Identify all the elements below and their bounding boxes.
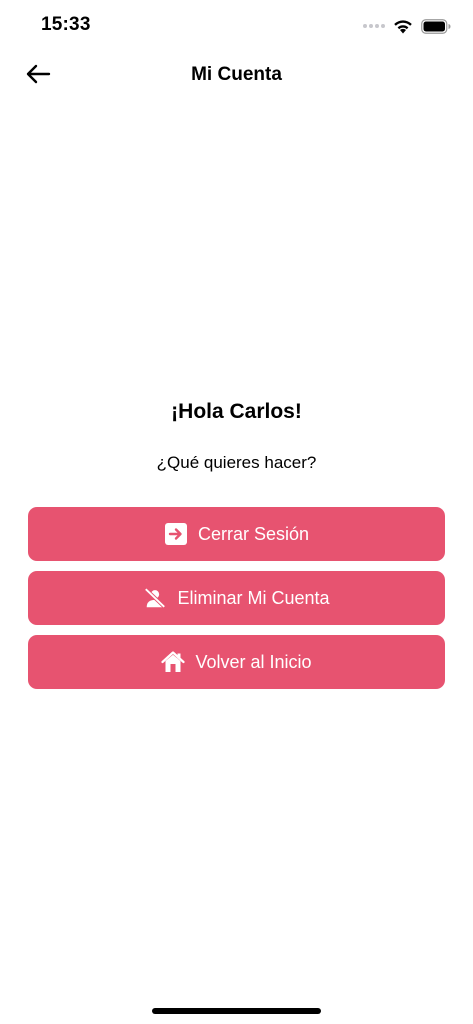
battery-icon [421,18,451,34]
status-time: 15:33 [41,14,91,35]
logout-button[interactable]: Cerrar Sesión [28,507,445,561]
status-icons [363,16,451,36]
delete-account-button[interactable]: Eliminar Mi Cuenta [28,571,445,625]
greeting-heading: ¡Hola Carlos! [171,400,302,423]
action-list: Cerrar Sesión Eliminar Mi Cuenta Volver … [28,507,445,699]
delete-account-button-label: Eliminar Mi Cuenta [177,587,330,608]
prompt-text: ¿Qué quieres hacer? [156,453,317,472]
signal-dots-icon [363,24,385,28]
user-slash-icon [143,586,167,610]
home-indicator[interactable] [152,1008,321,1014]
home-icon [161,650,186,674]
logout-button-label: Cerrar Sesión [197,523,310,544]
page-title: Mi Cuenta [191,64,282,85]
logout-arrow-icon [164,522,188,546]
back-to-home-button-label: Volver al Inicio [195,651,312,672]
wifi-icon [393,19,413,34]
navigation-bar: Mi Cuenta [0,52,473,100]
status-bar: 15:33 [0,0,473,52]
back-to-home-button[interactable]: Volver al Inicio [28,635,445,689]
